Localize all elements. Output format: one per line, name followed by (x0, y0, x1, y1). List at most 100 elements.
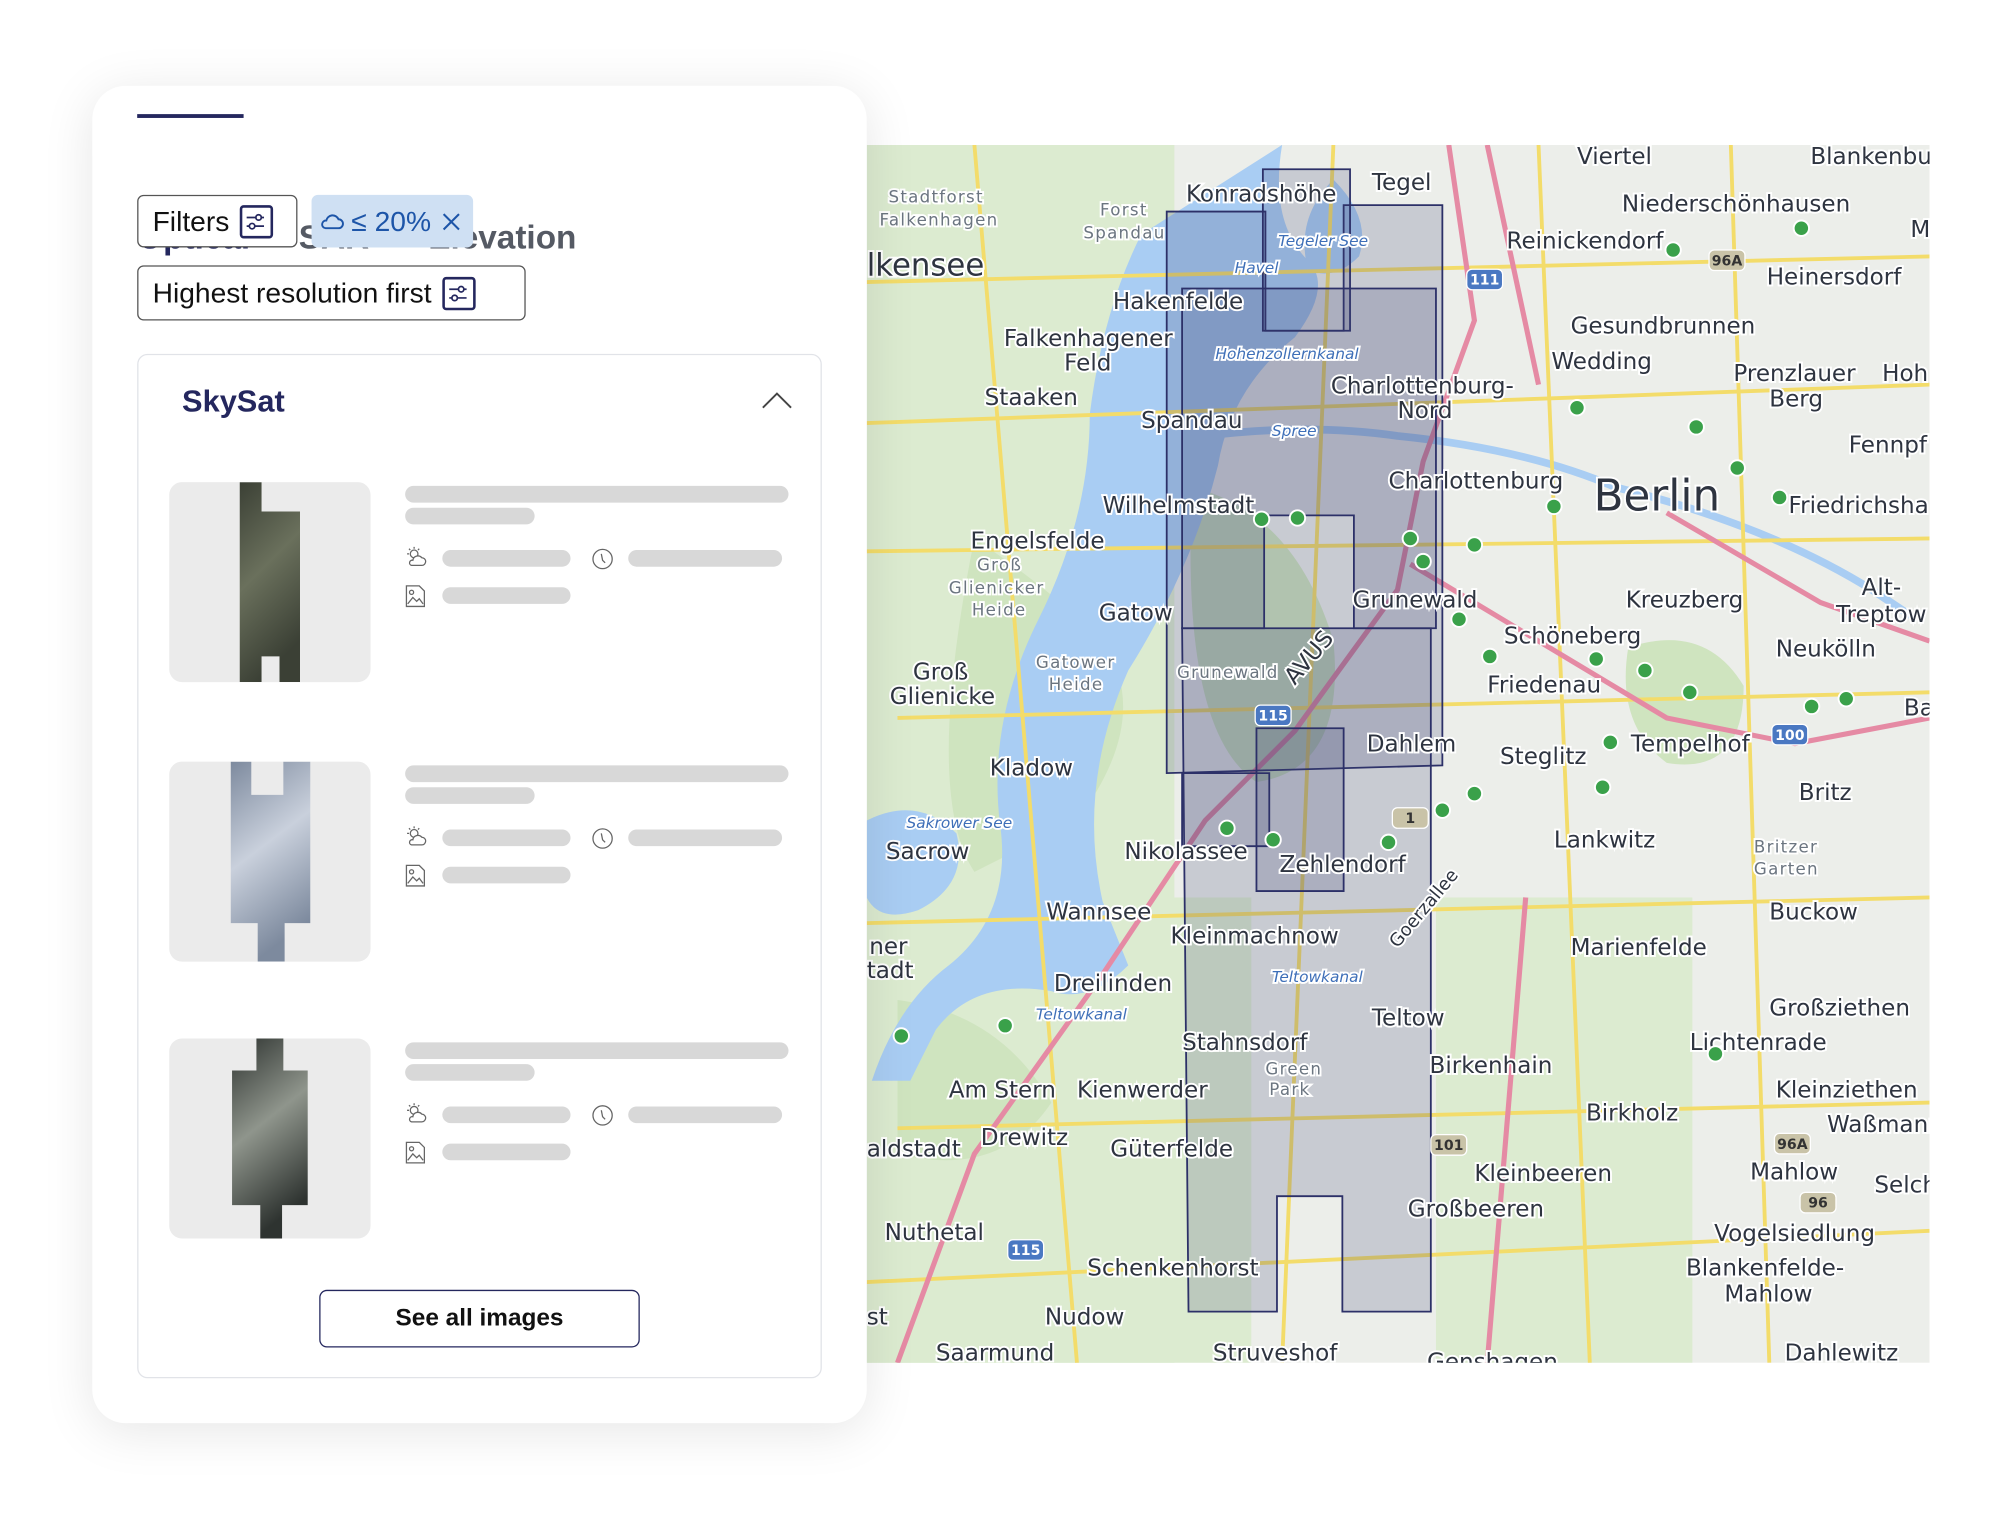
s-bahn-station-icon (1481, 647, 1499, 666)
map-label: Havel (1235, 259, 1280, 277)
road-shield-label: 96 (1808, 1196, 1828, 1212)
s-bahn-station-icon (1465, 784, 1484, 803)
close-icon[interactable] (441, 211, 462, 232)
map-label: lkensee (867, 248, 985, 284)
green-area (1435, 897, 1693, 1363)
map-label: Groß (977, 556, 1022, 575)
map-label: Genshagen (1427, 1349, 1558, 1363)
s-bahn-station-icon (1593, 778, 1612, 796)
chevron-up-icon[interactable] (762, 391, 793, 409)
map-label: Konradshöhe (1186, 181, 1337, 207)
active-tab-indicator (137, 114, 244, 118)
image-thumbnail[interactable] (169, 761, 371, 962)
map[interactable]: Viertel Blankenbu Stadtforst Falkenhagen For… (866, 144, 1930, 1363)
map-label: Glienicker (949, 579, 1045, 598)
s-bahn-station-icon (1837, 690, 1855, 708)
map-label: Alt- (1862, 575, 1902, 601)
map-label: Buckow (1769, 899, 1858, 925)
title-skeleton (405, 485, 789, 503)
date-skeleton (628, 1106, 783, 1124)
map-label: Niederschönhausen (1622, 192, 1850, 218)
s-bahn-station-icon (1545, 497, 1563, 516)
map-label: Wilhelmstadt (1103, 493, 1255, 519)
map-label: Saarmund (936, 1340, 1054, 1363)
map-label: Heide (972, 600, 1027, 619)
cloud-sun-icon (407, 546, 427, 567)
map-label: Mahlow (1724, 1281, 1812, 1307)
satellite-strip-preview (239, 482, 301, 683)
s-bahn-station-icon (1681, 683, 1699, 701)
cloud-sun-icon (407, 1103, 427, 1123)
map-label: Glienicke (890, 684, 995, 710)
map-label: st (867, 1304, 888, 1330)
map-label: Hakenfelde (1113, 289, 1243, 315)
resolution-skeleton (442, 587, 571, 604)
map-label: Waßmann (1827, 1112, 1930, 1138)
s-bahn-station-icon (1728, 459, 1746, 477)
map-label: Mahlow (1750, 1160, 1838, 1186)
road-shield-label: 96A (1777, 1137, 1808, 1153)
cloud-cover-skeleton (442, 1106, 571, 1124)
map-label: Dahlem (1367, 731, 1457, 757)
image-thumbnail[interactable] (169, 482, 371, 683)
satellite-strip-preview (230, 761, 311, 962)
result-item[interactable] (169, 482, 797, 687)
result-item[interactable] (169, 1038, 797, 1244)
map-label: Teltowkanal (1272, 968, 1364, 986)
road-shield-label: 100 (1775, 728, 1805, 744)
map-label: Britz (1799, 780, 1852, 806)
map-label: Kleinmachnow (1171, 924, 1339, 950)
map-label: Selch (1874, 1172, 1929, 1198)
map-canvas[interactable]: Viertel Blankenbu Stadtforst Falkenhagen For… (866, 144, 1930, 1363)
road-shield-label: 115 (1011, 1243, 1040, 1259)
filters-button[interactable]: Filters (137, 194, 298, 248)
s-bahn-station-icon (1802, 697, 1821, 716)
map-label: Spree (1272, 422, 1317, 440)
resolution-skeleton (442, 1143, 571, 1161)
skysat-results-group: SkySat See all images (137, 353, 822, 1379)
map-label: Berlin (1594, 471, 1720, 521)
map-label: Treptow (1835, 602, 1927, 628)
cloud-cover-filter-chip[interactable]: ≤ 20% (311, 194, 474, 248)
chip-value: ≤ 20% (351, 204, 432, 237)
sort-button[interactable]: Highest resolution first (137, 265, 526, 321)
cloud-cover-skeleton (442, 829, 571, 847)
group-title: SkySat (182, 384, 285, 420)
map-label: Lankwitz (1554, 827, 1655, 853)
map-label: Grunewald (1353, 588, 1478, 614)
s-bahn-station-icon (1568, 399, 1586, 417)
see-all-images-button[interactable]: See all images (319, 1289, 640, 1348)
map-label: Großbeeren (1408, 1197, 1544, 1223)
image-thumbnail[interactable] (169, 1038, 371, 1239)
map-label: Spandau (1141, 408, 1242, 434)
map-label: Schenkenhorst (1087, 1256, 1258, 1282)
map-label: Teltow (1371, 1006, 1445, 1032)
resolution-skeleton (442, 866, 571, 884)
map-label: Tegel (1371, 170, 1432, 196)
map-label: Nord (1397, 398, 1452, 424)
map-label: Gatow (1099, 601, 1173, 627)
result-item[interactable] (169, 761, 797, 967)
map-label: Sacrow (886, 839, 969, 865)
satellite-strip-preview (232, 1038, 308, 1239)
map-label: Kienwerder (1077, 1077, 1208, 1103)
map-label: Reinickendorf (1506, 229, 1664, 255)
map-label: Green (1265, 1059, 1322, 1078)
map-label: Hohenzollernkanal (1215, 345, 1359, 363)
map-label: Ma (1910, 217, 1929, 243)
map-label: Blankenfelde- (1686, 1256, 1844, 1282)
title-skeleton (405, 1042, 789, 1060)
map-label: Spandau (1083, 223, 1165, 242)
map-label: Birkholz (1586, 1101, 1678, 1127)
map-label: Vogelsiedlung (1714, 1221, 1875, 1247)
road-shield-label: 111 (1470, 273, 1499, 289)
map-label: Berg (1769, 386, 1823, 412)
map-label: Wedding (1551, 349, 1652, 375)
road-shield-label: 101 (1434, 1138, 1463, 1154)
s-bahn-station-icon (1664, 241, 1682, 259)
map-label: Birkenhain (1430, 1053, 1553, 1079)
cloud-cover-skeleton (442, 550, 571, 567)
map-label: Kreuzberg (1626, 588, 1744, 614)
s-bahn-station-icon (1792, 219, 1811, 237)
map-label: Stahnsdorf (1182, 1030, 1308, 1056)
